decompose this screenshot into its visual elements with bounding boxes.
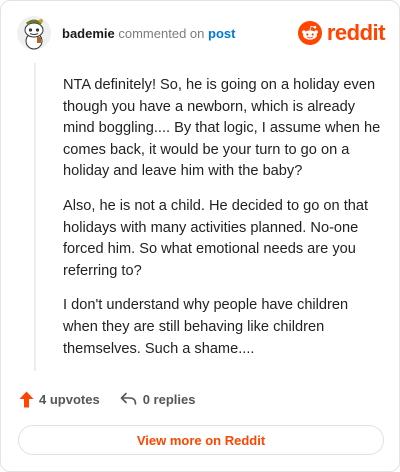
comment-actions: 4 upvotes 0 replies (19, 388, 195, 410)
reddit-wordmark: reddit (326, 20, 386, 45)
comment-meta: bademie commented on post (62, 26, 235, 41)
comment-embed-card: bademie commented on post reddit NTA def… (0, 0, 400, 472)
reply-arrow-icon (120, 392, 136, 405)
snoo-avatar-icon (17, 16, 51, 50)
comment-verb: commented on (118, 26, 205, 41)
post-link[interactable]: post (208, 26, 235, 41)
reddit-logo-icon (297, 21, 322, 45)
reply-button[interactable]: 0 replies (120, 391, 196, 407)
username-link[interactable]: bademie (62, 26, 115, 41)
reddit-brand[interactable]: reddit (297, 20, 386, 46)
comment-paragraph: I don't understand why people have child… (63, 297, 349, 357)
comment-header: bademie commented on post reddit (17, 16, 386, 52)
comment-body: NTA definitely! So, he is going on a hol… (63, 75, 381, 373)
comment-paragraph: NTA definitely! So, he is going on a hol… (63, 77, 381, 180)
comment-paragraph: Also, he is not a child. He decided to g… (63, 197, 369, 279)
view-more-button[interactable]: View more on Reddit (18, 425, 384, 455)
reply-count: 0 replies (142, 391, 196, 407)
avatar[interactable] (17, 16, 51, 50)
thread-line (34, 63, 36, 371)
upvote-count: 4 upvotes (39, 391, 100, 407)
upvote-arrow-icon (19, 391, 34, 407)
upvote-button[interactable]: 4 upvotes (19, 391, 100, 408)
